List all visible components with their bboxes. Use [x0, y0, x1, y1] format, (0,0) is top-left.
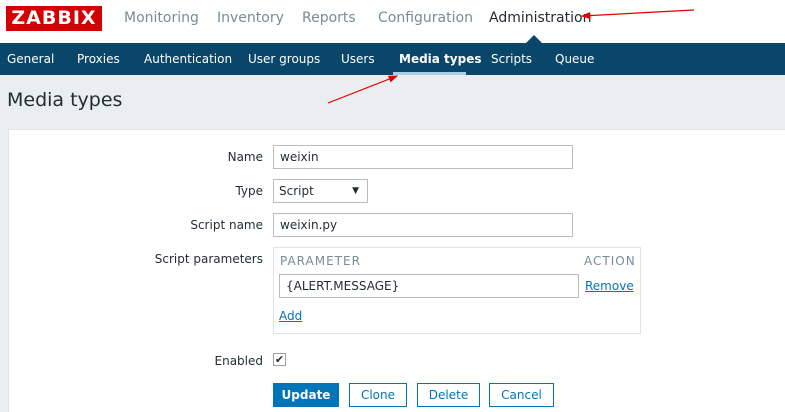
subnav-users[interactable]: Users	[341, 52, 375, 66]
parameter-column-header: PARAMETER	[280, 254, 361, 268]
subnav-scripts[interactable]: Scripts	[491, 52, 532, 66]
topnav-monitoring[interactable]: Monitoring	[124, 10, 199, 26]
type-select-value: Script	[279, 184, 314, 198]
subnav-authentication[interactable]: Authentication	[144, 52, 232, 66]
top-bar: ZABBIX Monitoring Inventory Reports Conf…	[0, 0, 785, 43]
name-label: Name	[227, 150, 263, 164]
zabbix-logo[interactable]: ZABBIX	[6, 6, 102, 31]
active-nav-caret-icon	[526, 35, 542, 43]
action-column-header: ACTION	[584, 254, 636, 268]
parameter-input[interactable]	[279, 274, 579, 298]
script-name-label: Script name	[190, 218, 263, 232]
delete-button[interactable]: Delete	[417, 383, 480, 407]
topnav-configuration[interactable]: Configuration	[378, 10, 473, 26]
enabled-label: Enabled	[214, 354, 264, 368]
clone-button[interactable]: Clone	[349, 383, 407, 407]
checkmark-icon: ✔	[274, 353, 285, 366]
topnav-administration[interactable]: Administration	[489, 10, 591, 26]
subnav-user-groups[interactable]: User groups	[248, 52, 320, 66]
script-name-input[interactable]	[273, 213, 573, 237]
name-input[interactable]	[273, 145, 573, 169]
cancel-button[interactable]: Cancel	[489, 383, 554, 407]
active-tab-underline	[393, 72, 466, 75]
topnav-inventory[interactable]: Inventory	[217, 10, 284, 26]
type-select[interactable]: Script ▼	[273, 179, 368, 203]
add-parameter-link[interactable]: Add	[279, 309, 302, 323]
sub-nav: General Proxies Authentication User grou…	[0, 43, 785, 75]
remove-parameter-link[interactable]: Remove	[585, 279, 634, 293]
type-label: Type	[235, 184, 263, 198]
script-parameters-label: Script parameters	[154, 252, 263, 266]
subnav-proxies[interactable]: Proxies	[77, 52, 120, 66]
topnav-reports[interactable]: Reports	[302, 10, 356, 26]
page-title: Media types	[7, 89, 123, 111]
enabled-checkbox[interactable]: ✔	[273, 353, 286, 366]
subnav-general[interactable]: General	[7, 52, 54, 66]
dropdown-arrow-icon: ▼	[352, 186, 359, 196]
subnav-media-types[interactable]: Media types	[399, 52, 482, 66]
subnav-queue[interactable]: Queue	[555, 52, 594, 66]
update-button[interactable]: Update	[273, 383, 339, 407]
arrow-to-media-types-icon	[327, 75, 399, 104]
